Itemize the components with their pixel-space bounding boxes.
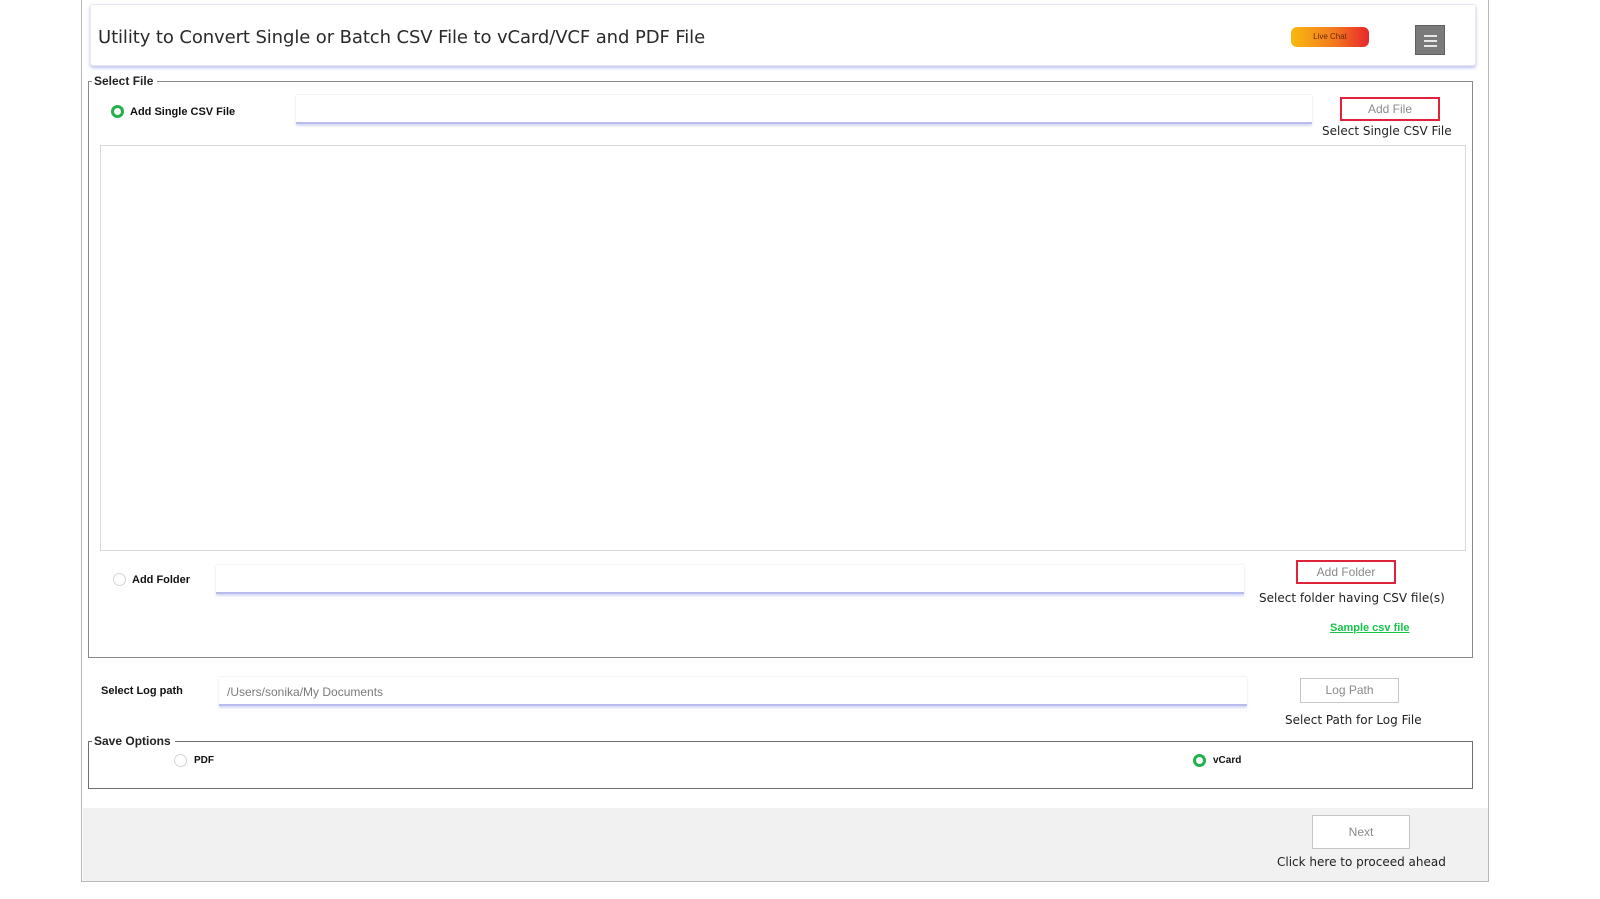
log-path-field[interactable]: /Users/sonika/My Documents xyxy=(219,676,1247,706)
save-options-legend: Save Options xyxy=(92,734,175,748)
folder-path-field[interactable] xyxy=(216,564,1244,594)
hamburger-menu-icon[interactable] xyxy=(1415,25,1445,55)
add-file-hint: Select Single CSV File xyxy=(1322,124,1452,138)
select-file-legend: Select File xyxy=(92,74,158,88)
file-list-area[interactable] xyxy=(100,145,1466,551)
app-window: Utility to Convert Single or Batch CSV F… xyxy=(81,0,1489,882)
sample-csv-link[interactable]: Sample csv file xyxy=(1330,622,1410,634)
add-folder-radio[interactable] xyxy=(113,573,126,586)
live-chat-button[interactable]: Live Chat xyxy=(1291,27,1369,47)
vcard-label: vCard xyxy=(1213,755,1242,766)
log-path-button[interactable]: Log Path xyxy=(1300,678,1399,703)
save-options-group xyxy=(88,741,1473,789)
log-path-label: Select Log path xyxy=(101,685,183,697)
header-bar: Utility to Convert Single or Batch CSV F… xyxy=(90,4,1476,66)
footer-bar: Next Click here to proceed ahead xyxy=(83,808,1488,881)
add-file-button[interactable]: Add File xyxy=(1340,97,1440,121)
single-csv-radio[interactable] xyxy=(111,105,124,118)
next-button[interactable]: Next xyxy=(1312,815,1410,849)
add-folder-hint: Select folder having CSV file(s) xyxy=(1259,591,1445,605)
single-csv-label: Add Single CSV File xyxy=(130,106,236,118)
pdf-radio[interactable] xyxy=(174,754,187,767)
add-folder-button[interactable]: Add Folder xyxy=(1296,560,1396,584)
log-path-hint: Select Path for Log File xyxy=(1285,713,1422,727)
add-folder-label: Add Folder xyxy=(132,574,191,586)
page-title: Utility to Convert Single or Batch CSV F… xyxy=(98,27,706,48)
pdf-label: PDF xyxy=(194,755,214,766)
next-hint: Click here to proceed ahead xyxy=(1277,855,1446,869)
vcard-radio[interactable] xyxy=(1193,754,1206,767)
single-csv-path-field[interactable] xyxy=(296,94,1312,124)
